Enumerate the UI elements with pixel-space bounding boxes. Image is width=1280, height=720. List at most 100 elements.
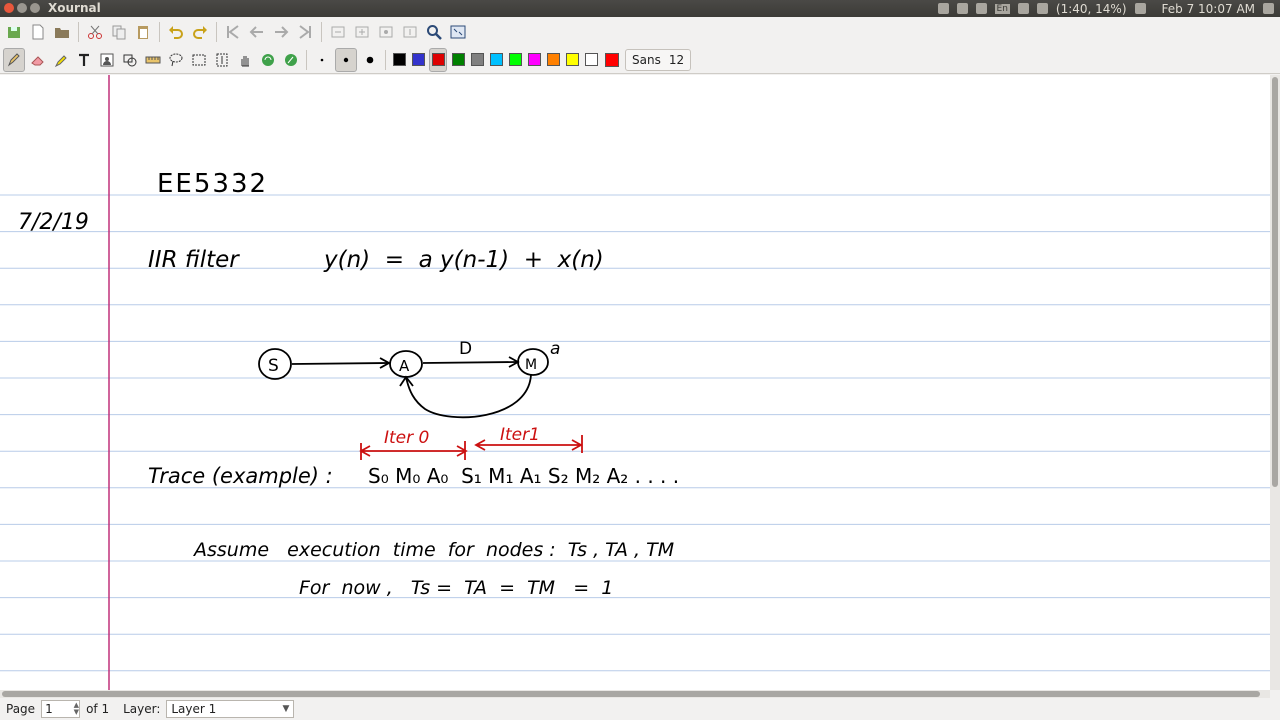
bluetooth-status-icon[interactable] bbox=[1017, 3, 1029, 14]
session-menu-icon[interactable] bbox=[1263, 3, 1274, 14]
volume-icon[interactable] bbox=[1134, 3, 1146, 14]
fullscreen-button[interactable] bbox=[448, 21, 468, 43]
color-swatch bbox=[431, 53, 445, 66]
first-page-button[interactable] bbox=[223, 21, 243, 43]
paste-icon bbox=[138, 26, 148, 39]
color-button-7[interactable] bbox=[526, 49, 542, 71]
zoom-fit-button[interactable] bbox=[376, 21, 396, 43]
arrow-right-icon bbox=[275, 26, 289, 38]
layer-label: Layer: bbox=[123, 702, 161, 716]
page-number-spinner[interactable]: 1 ▲ ▼ bbox=[41, 700, 81, 718]
vertical-space-button[interactable] bbox=[212, 49, 232, 71]
trace-label: Trace (example) : bbox=[148, 464, 333, 488]
battery-status[interactable]: (1:40, 14%) bbox=[1056, 2, 1127, 16]
spinner-arrows-icon[interactable]: ▲ ▼ bbox=[74, 702, 79, 716]
color-button-6[interactable] bbox=[507, 49, 523, 71]
color-button-4[interactable] bbox=[469, 49, 485, 71]
color-button-9[interactable] bbox=[564, 49, 580, 71]
highlighter-tool-button[interactable] bbox=[51, 49, 71, 71]
horizontal-scrollbar[interactable] bbox=[0, 690, 1270, 698]
color-button-5[interactable] bbox=[488, 49, 504, 71]
cut-button[interactable] bbox=[85, 21, 105, 43]
clock[interactable]: Feb 7 10:07 AM bbox=[1162, 2, 1255, 16]
new-button[interactable] bbox=[28, 21, 48, 43]
rect-select-button[interactable] bbox=[189, 49, 209, 71]
hand-icon bbox=[241, 55, 249, 66]
color-swatch bbox=[470, 53, 484, 66]
dot-large-icon bbox=[366, 56, 374, 63]
color-button-10[interactable] bbox=[583, 49, 599, 71]
color-swatch bbox=[451, 53, 465, 66]
zoom-in-button[interactable] bbox=[352, 21, 372, 43]
ruler-button[interactable] bbox=[143, 49, 163, 71]
font-button[interactable]: Sans 12 bbox=[625, 48, 692, 71]
maximize-window-button[interactable] bbox=[30, 3, 40, 13]
keyboard-layout-indicator[interactable]: En bbox=[994, 3, 1010, 14]
shape-recognizer-button[interactable] bbox=[120, 49, 140, 71]
current-color-button[interactable] bbox=[602, 49, 622, 71]
open-button[interactable] bbox=[52, 21, 72, 43]
image-icon bbox=[100, 53, 114, 66]
filter-label: IIR filter bbox=[148, 247, 240, 273]
current-color-swatch bbox=[605, 52, 619, 67]
page-count-label: of 1 bbox=[86, 702, 110, 716]
highlighter-icon bbox=[54, 54, 67, 67]
pen-tool-button[interactable] bbox=[3, 47, 25, 72]
save-button[interactable] bbox=[4, 21, 24, 43]
layer-select[interactable]: Layer 1 ▼ bbox=[166, 700, 295, 718]
assume-line: Assume execution time for nodes : Ts , T… bbox=[192, 539, 674, 561]
page-canvas[interactable]: EE5332 7/2/19 IIR filter y(n) = a y(n-1)… bbox=[0, 75, 1270, 690]
filter-equation: y(n) = a y(n-1) + x(n) bbox=[323, 247, 604, 273]
zoom-normal-button[interactable] bbox=[400, 21, 420, 43]
thickness-fine-button[interactable] bbox=[312, 49, 332, 71]
zoom-out-icon bbox=[331, 26, 345, 38]
arrow-left-icon bbox=[249, 26, 263, 38]
redo-button[interactable] bbox=[190, 21, 210, 43]
bluetooth-icon[interactable] bbox=[956, 3, 968, 14]
thickness-medium-button[interactable] bbox=[335, 47, 357, 72]
first-page-icon bbox=[227, 25, 239, 39]
color-button-8[interactable] bbox=[545, 49, 561, 71]
vertical-scroll-thumb[interactable] bbox=[1272, 77, 1278, 487]
iter1-label: Iter1 bbox=[500, 425, 540, 445]
font-size: 12 bbox=[668, 52, 685, 67]
color-swatch bbox=[546, 53, 560, 66]
color-button-3[interactable] bbox=[450, 49, 466, 71]
eraser-tool-button[interactable] bbox=[28, 49, 48, 71]
default-tool-button[interactable] bbox=[281, 49, 301, 71]
color-swatch bbox=[392, 53, 406, 66]
dot-small-icon bbox=[320, 58, 324, 61]
minimize-window-button[interactable] bbox=[17, 3, 27, 13]
wifi-icon[interactable] bbox=[937, 3, 949, 14]
color-button-1[interactable] bbox=[410, 49, 426, 71]
color-button-0[interactable] bbox=[391, 49, 407, 71]
default-pen-button[interactable] bbox=[258, 49, 278, 71]
prev-page-button[interactable] bbox=[247, 21, 267, 43]
color-button-2[interactable] bbox=[429, 47, 447, 72]
color-swatch bbox=[565, 53, 579, 66]
image-tool-button[interactable] bbox=[97, 49, 117, 71]
copy-button[interactable] bbox=[109, 21, 129, 43]
text-tool-button[interactable] bbox=[74, 49, 94, 71]
date-label: 7/2/19 bbox=[18, 210, 89, 235]
next-page-button[interactable] bbox=[271, 21, 291, 43]
hand-tool-button[interactable] bbox=[235, 49, 255, 71]
close-window-button[interactable] bbox=[4, 3, 14, 13]
thickness-thick-button[interactable] bbox=[360, 49, 380, 71]
lasso-select-button[interactable] bbox=[166, 49, 186, 71]
battery-icon[interactable] bbox=[1036, 3, 1048, 14]
page-drawing[interactable]: EE5332 7/2/19 IIR filter y(n) = a y(n-1)… bbox=[0, 75, 1270, 690]
page-number-value: 1 bbox=[45, 702, 53, 716]
refresh-icon bbox=[262, 53, 274, 66]
layer-value: Layer 1 bbox=[171, 702, 217, 716]
color-swatch bbox=[584, 53, 598, 66]
search-button[interactable] bbox=[424, 21, 444, 43]
last-page-button[interactable] bbox=[295, 21, 315, 43]
vertical-scrollbar[interactable] bbox=[1270, 75, 1280, 690]
network-icon[interactable] bbox=[975, 3, 987, 14]
zoom-out-button[interactable] bbox=[328, 21, 348, 43]
delay-label: D bbox=[459, 339, 472, 359]
paste-button[interactable] bbox=[133, 21, 153, 43]
horizontal-scroll-thumb[interactable] bbox=[2, 691, 1260, 697]
undo-button[interactable] bbox=[166, 21, 186, 43]
